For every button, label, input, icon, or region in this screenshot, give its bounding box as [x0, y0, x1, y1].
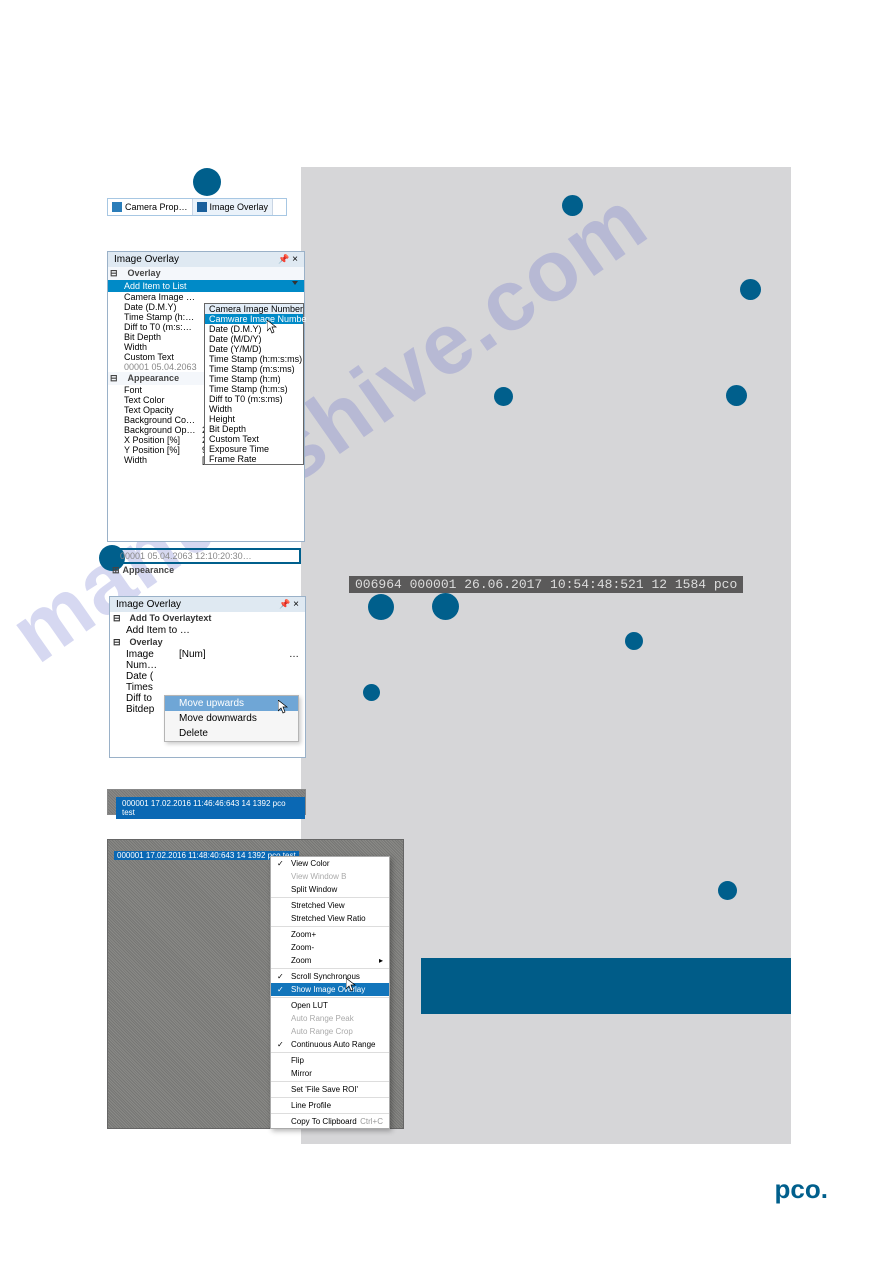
- menu-auto-range-crop: Auto Range Crop: [271, 1025, 389, 1038]
- property-row[interactable]: Image Num…[Num]…: [110, 649, 305, 671]
- dropdown-item[interactable]: Custom Text: [205, 434, 303, 444]
- chevron-down-icon: [292, 281, 298, 285]
- callout-dot: [718, 881, 737, 900]
- menu-view-color[interactable]: View Color: [271, 857, 389, 870]
- menu-mirror[interactable]: Mirror: [271, 1067, 389, 1080]
- menu-flip[interactable]: Flip: [271, 1054, 389, 1067]
- brand-logo: pco.: [775, 1174, 828, 1205]
- dropdown-item[interactable]: Date (D.M.Y): [205, 324, 303, 334]
- view-context-menu: View Color View Window B Split Window St…: [270, 856, 390, 1129]
- menu-split-window[interactable]: Split Window: [271, 883, 389, 896]
- menu-continuous-auto-range[interactable]: Continuous Auto Range: [271, 1038, 389, 1051]
- dropdown-item[interactable]: Width: [205, 404, 303, 414]
- menu-auto-range-peak: Auto Range Peak: [271, 1012, 389, 1025]
- dropdown-item[interactable]: Camera Image Number: [205, 304, 303, 314]
- blue-highlight-block: [421, 958, 791, 1014]
- tab-label: Image Overlay: [210, 202, 269, 212]
- panel-title-text: Image Overlay: [114, 254, 179, 265]
- overlay-output-sample: 006964 000001 26.06.2017 10:54:48:521 12…: [349, 576, 743, 593]
- close-icon[interactable]: ×: [292, 254, 298, 265]
- panel-title-text: Image Overlay: [116, 599, 181, 610]
- menu-zoom-plus[interactable]: Zoom+: [271, 928, 389, 941]
- dropdown-item[interactable]: Exposure Time: [205, 444, 303, 454]
- menu-stretched-view-ratio[interactable]: Stretched View Ratio: [271, 912, 389, 925]
- dropdown-item[interactable]: Date (Y/M/D): [205, 344, 303, 354]
- dropdown-item[interactable]: Frame Rate: [205, 454, 303, 464]
- dropdown-item[interactable]: Date (M/D/Y): [205, 334, 303, 344]
- tab-image-overlay[interactable]: Image Overlay: [193, 199, 274, 215]
- callout-dot: [432, 593, 459, 620]
- pin-icon[interactable]: 📌: [279, 599, 290, 609]
- add-overlaytext-header[interactable]: ⊟Add To Overlaytext: [110, 612, 305, 625]
- cursor-icon: [346, 978, 356, 992]
- menu-show-image-overlay[interactable]: Show Image Overlay: [271, 983, 389, 996]
- overlay-icon: [197, 202, 207, 212]
- callout-dot: [368, 594, 394, 620]
- dropdown-item[interactable]: Time Stamp (h:m): [205, 374, 303, 384]
- menu-stretched-view[interactable]: Stretched View: [271, 899, 389, 912]
- tab-bar: Camera Prop… Image Overlay: [107, 198, 287, 216]
- menu-view-window-b: View Window B: [271, 870, 389, 883]
- pin-icon[interactable]: 📌: [278, 254, 289, 264]
- menu-set-roi[interactable]: Set 'File Save ROI': [271, 1083, 389, 1096]
- close-icon[interactable]: ×: [293, 599, 299, 610]
- overlay-section-header[interactable]: ⊟Overlay: [110, 636, 305, 649]
- add-item-button[interactable]: Add Item to List: [108, 280, 304, 292]
- add-item-row[interactable]: Add Item to …: [110, 625, 305, 636]
- dropdown-item[interactable]: Time Stamp (h:m:s:ms): [205, 354, 303, 364]
- menu-line-profile[interactable]: Line Profile: [271, 1099, 389, 1112]
- overlay-bar-text: 000001 17.02.2016 11:46:46:643 14 1392 p…: [116, 797, 305, 819]
- callout-dot: [363, 684, 380, 701]
- property-row[interactable]: Times: [110, 682, 305, 693]
- dropdown-item[interactable]: Diff to T0 (m:s:ms): [205, 394, 303, 404]
- callout-dot: [562, 195, 583, 216]
- cursor-icon: [267, 320, 277, 334]
- menu-scroll-synchronous[interactable]: Scroll Synchronous: [271, 970, 389, 983]
- menu-copy[interactable]: Copy To ClipboardCtrl+C: [271, 1115, 389, 1128]
- overlay-bar-sample-container: 000001 17.02.2016 11:46:46:643 14 1392 p…: [107, 789, 306, 815]
- menu-delete[interactable]: Delete: [165, 726, 298, 741]
- callout-dot: [625, 632, 643, 650]
- callout-dot: [494, 387, 513, 406]
- add-item-dropdown[interactable]: Camera Image Number Camware Image Numbe …: [204, 303, 304, 465]
- property-row[interactable]: Camera Image N…: [108, 292, 304, 302]
- dropdown-item[interactable]: Height: [205, 414, 303, 424]
- callout-dot: [726, 385, 747, 406]
- cursor-icon: [278, 700, 288, 714]
- menu-zoom-minus[interactable]: Zoom-: [271, 941, 389, 954]
- dropdown-item[interactable]: Bit Depth: [205, 424, 303, 434]
- property-row[interactable]: Date (: [110, 671, 305, 682]
- dropdown-item[interactable]: Time Stamp (h:m:s): [205, 384, 303, 394]
- callout-dot: [193, 168, 221, 196]
- tab-label: Camera Prop…: [125, 202, 188, 212]
- menu-open-lut[interactable]: Open LUT: [271, 999, 389, 1012]
- camera-icon: [112, 202, 122, 212]
- dropdown-item-selected[interactable]: Camware Image Numbe: [205, 314, 303, 324]
- tab-camera-properties[interactable]: Camera Prop…: [108, 199, 193, 215]
- overlay-section-header[interactable]: ⊟Overlay: [108, 267, 304, 280]
- panel-title: Image Overlay 📌 ×: [108, 252, 304, 267]
- overlay-preview: 00001 05.04.2063 12:10:20:30…: [112, 548, 301, 564]
- dropdown-item[interactable]: Time Stamp (m:s:ms): [205, 364, 303, 374]
- appearance-footer[interactable]: ⊞Appearance: [112, 565, 174, 576]
- callout-dot: [740, 279, 761, 300]
- menu-zoom[interactable]: Zoom ▸: [271, 954, 389, 967]
- panel-title: Image Overlay 📌 ×: [110, 597, 305, 612]
